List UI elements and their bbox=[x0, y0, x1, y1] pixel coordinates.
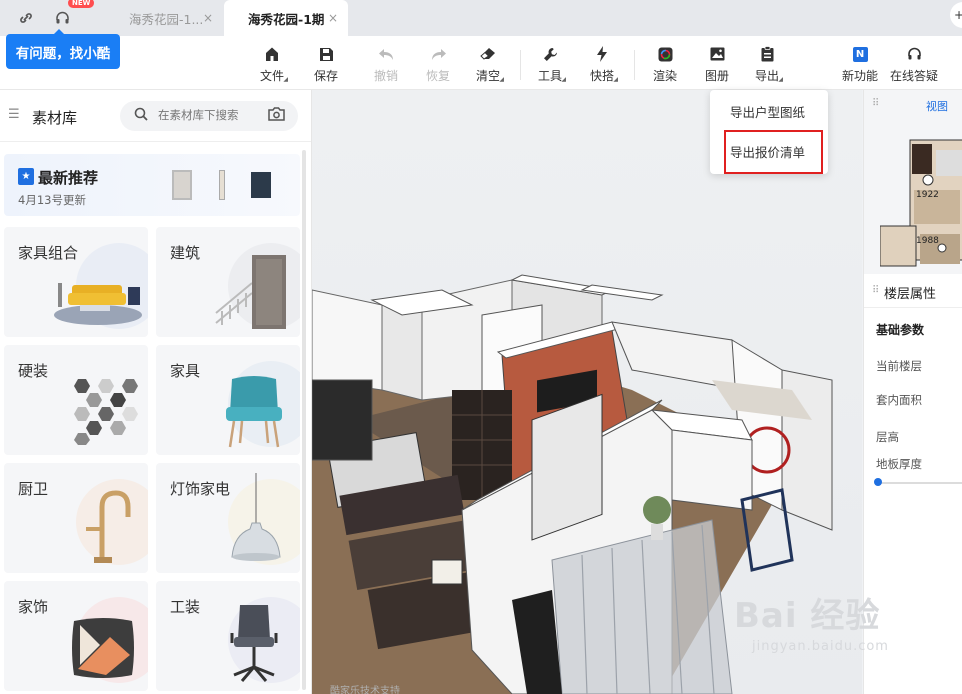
camera-search-icon[interactable] bbox=[268, 107, 286, 123]
render-icon bbox=[658, 44, 673, 64]
category-home-decor[interactable]: 家饰 bbox=[4, 581, 148, 691]
library-title: 素材库 bbox=[32, 109, 78, 127]
floor-height-label: 层高 bbox=[876, 430, 899, 444]
basic-params-heading: 基础参数 bbox=[876, 323, 925, 337]
cushion-image bbox=[72, 618, 134, 678]
floor-thickness-slider[interactable] bbox=[876, 482, 962, 484]
slider-knob[interactable] bbox=[874, 478, 882, 486]
inner-area-label: 套内面积 bbox=[876, 393, 922, 407]
picture-thumbnail bbox=[251, 172, 271, 198]
new-feature-icon: N bbox=[852, 44, 868, 64]
door-stairs-image bbox=[215, 255, 286, 329]
tab-project-2-active[interactable]: 海秀花园-1期 × bbox=[224, 0, 348, 36]
export-button[interactable]: 导出 ◢ bbox=[745, 44, 789, 88]
more-button[interactable]: 混 bbox=[946, 44, 962, 88]
main-toolbar: 文件 ◢ 保存 撤销 恢复 清空 ◢ 工具 ◢ 快搭 ◢ 渲染 图册 导出 ◢ bbox=[0, 36, 962, 90]
undo-icon bbox=[378, 44, 395, 64]
headphones-icon[interactable] bbox=[50, 6, 74, 30]
category-architecture[interactable]: 建筑 bbox=[156, 227, 300, 337]
view-toggle[interactable]: 视图 bbox=[926, 98, 948, 114]
star-badge-icon: ★ bbox=[18, 168, 34, 185]
panel-thumbnail bbox=[219, 170, 225, 200]
search-box[interactable] bbox=[120, 101, 298, 131]
link-icon[interactable] bbox=[14, 6, 38, 30]
baidu-watermark: Bai 经验 jingyan.baidu.com bbox=[734, 596, 889, 654]
category-hard-decoration[interactable]: 硬装 bbox=[4, 345, 148, 455]
minimap-floorplan bbox=[880, 139, 962, 267]
hexagon-tiles-image bbox=[74, 379, 138, 445]
close-icon[interactable]: × bbox=[203, 11, 213, 25]
file-icon bbox=[265, 44, 279, 64]
armchair-image bbox=[226, 376, 282, 448]
album-button[interactable]: 图册 bbox=[695, 44, 739, 88]
sofa-set-image bbox=[54, 283, 142, 325]
tools-button[interactable]: 工具 ◢ bbox=[528, 44, 572, 88]
drag-handle-icon[interactable]: ⠿ bbox=[872, 285, 879, 296]
search-input[interactable] bbox=[158, 108, 258, 122]
faucet-image bbox=[86, 490, 131, 563]
new-badge: NEW bbox=[68, 0, 95, 8]
caret-icon: ◢ bbox=[778, 76, 783, 83]
latest-recommend-card[interactable]: ★ 最新推荐 4月13号更新 bbox=[4, 154, 300, 216]
export-floorplan-item[interactable]: 导出户型图纸 bbox=[730, 102, 805, 121]
close-icon[interactable]: × bbox=[328, 11, 338, 25]
library-scrollbar[interactable] bbox=[302, 150, 306, 690]
caret-icon: ◢ bbox=[283, 76, 288, 83]
highlight-box bbox=[724, 130, 823, 174]
door-thumbnail bbox=[172, 170, 192, 200]
new-features-button[interactable]: N 新功能 bbox=[838, 44, 882, 88]
add-circle-button[interactable]: + bbox=[950, 2, 962, 28]
drag-handle-icon[interactable]: ⠿ bbox=[872, 98, 879, 109]
office-chair-image bbox=[230, 605, 278, 682]
search-icon bbox=[134, 107, 148, 125]
caret-icon: ◢ bbox=[499, 76, 504, 83]
quick-build-button[interactable]: 快搭 ◢ bbox=[580, 44, 624, 88]
minimap[interactable]: ⠿ 视图 1922 1988 bbox=[864, 90, 962, 274]
caret-icon: ◢ bbox=[561, 76, 566, 83]
toolbar-divider bbox=[520, 50, 521, 80]
material-library-panel: ☰ 素材库 ★ 最新推荐 4月13号更新 家具组合 bbox=[0, 90, 312, 694]
tech-support-label: 酷家乐技术支持 bbox=[330, 686, 400, 694]
tab-bar: NEW 海秀花园-1... × 海秀花园-1期 × + bbox=[0, 0, 962, 36]
lightning-icon bbox=[596, 44, 608, 64]
album-icon bbox=[710, 44, 725, 64]
eraser-icon bbox=[480, 44, 496, 64]
help-tooltip-button[interactable]: 有问题，找小酷 bbox=[6, 29, 120, 69]
recommend-title: 最新推荐 bbox=[38, 169, 99, 187]
file-button[interactable]: 文件 ◢ bbox=[250, 44, 294, 88]
floor-properties-title: 楼层属性 bbox=[884, 287, 937, 302]
pendant-lamp-image bbox=[231, 473, 281, 561]
online-help-button[interactable]: 在线答疑 bbox=[890, 44, 938, 88]
minimap-dimension-label: 1988 bbox=[916, 236, 939, 246]
library-header: ☰ 素材库 bbox=[0, 90, 311, 142]
save-icon bbox=[319, 44, 334, 64]
category-kitchen-bath[interactable]: 厨卫 bbox=[4, 463, 148, 573]
recommend-subtitle: 4月13号更新 bbox=[18, 193, 86, 207]
list-icon[interactable]: ☰ bbox=[8, 107, 20, 122]
tab-project-1[interactable]: 海秀花园-1... × bbox=[115, 0, 223, 36]
undo-button[interactable]: 撤销 bbox=[364, 44, 408, 88]
minimap-dimension-label: 1922 bbox=[916, 190, 939, 200]
category-commercial[interactable]: 工装 bbox=[156, 581, 300, 691]
render-button[interactable]: 渲染 bbox=[643, 44, 687, 88]
clear-button[interactable]: 清空 ◢ bbox=[466, 44, 510, 88]
wrench-icon bbox=[543, 44, 558, 64]
floor-thickness-label: 地板厚度 bbox=[876, 457, 922, 471]
redo-button[interactable]: 恢复 bbox=[416, 44, 460, 88]
redo-icon bbox=[430, 44, 447, 64]
headset-icon bbox=[907, 44, 922, 64]
current-floor-label: 当前楼层 bbox=[876, 359, 922, 373]
floor-properties-header: ⠿ 楼层属性 bbox=[864, 274, 962, 308]
caret-icon: ◢ bbox=[613, 76, 618, 83]
category-furniture[interactable]: 家具 bbox=[156, 345, 300, 455]
category-furniture-set[interactable]: 家具组合 bbox=[4, 227, 148, 337]
tab-label: 海秀花园-1期 bbox=[248, 11, 325, 27]
category-lighting-appliances[interactable]: 灯饰家电 bbox=[156, 463, 300, 573]
export-icon bbox=[761, 44, 774, 64]
save-button[interactable]: 保存 bbox=[304, 44, 348, 88]
tab-label: 海秀花园-1... bbox=[129, 11, 204, 27]
toolbar-divider bbox=[634, 50, 635, 80]
